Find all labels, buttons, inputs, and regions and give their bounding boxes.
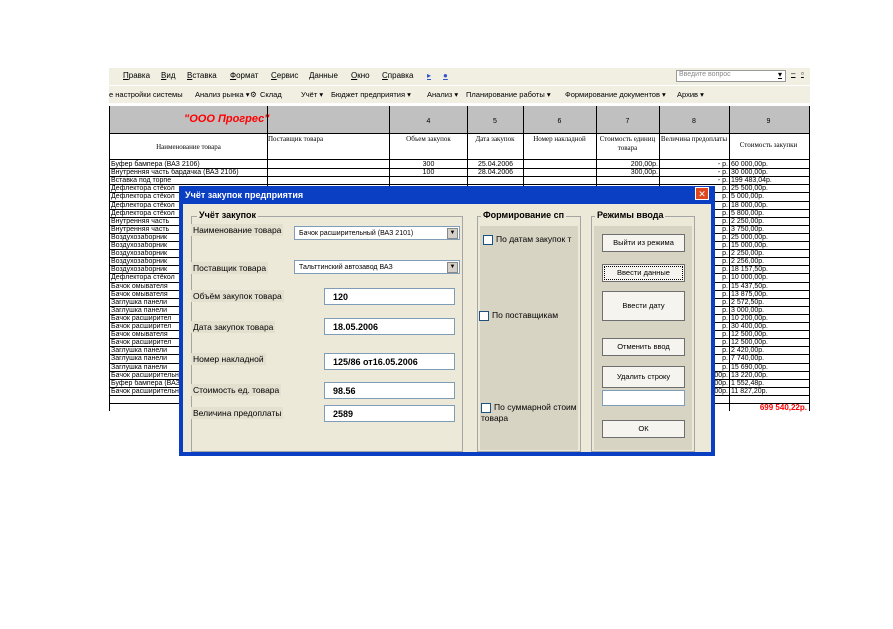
close-icon[interactable]: ✕ xyxy=(695,187,709,200)
col-number: 4 xyxy=(426,118,431,125)
toolbar-work-planning[interactable]: Планирование работы ▾ xyxy=(466,90,551,99)
dialog-title: Учёт закупок предприятия xyxy=(185,190,304,200)
toolbar-market-analysis[interactable]: Анализ рынка ▾ xyxy=(195,90,250,99)
toolbar-analysis[interactable]: Анализ ▾ xyxy=(427,90,458,99)
price-label: Стоимость ед. товара xyxy=(191,384,282,396)
enter-data-button[interactable]: Ввести данные xyxy=(602,264,685,282)
by-date-label: По датам закупок т xyxy=(496,234,572,244)
grand-total: 699 540,22р. xyxy=(759,403,807,412)
header-qty: Объем закупок xyxy=(406,135,451,143)
header-prepay: Величина предоплаты xyxy=(660,135,728,143)
date-field[interactable]: 18.05.2006 xyxy=(324,318,455,335)
prepay-field[interactable]: 2589 xyxy=(324,405,455,422)
delete-row-input[interactable] xyxy=(602,390,685,406)
chevron-down-icon[interactable]: ▼ xyxy=(447,262,458,273)
product-select[interactable]: Бачок расширительный (ВАЗ 2101) ▼ xyxy=(294,226,460,240)
menu-format[interactable]: Формат xyxy=(230,71,258,80)
company-title: "ООО Прогрес" xyxy=(184,113,270,125)
grid-line xyxy=(109,133,810,134)
toolbar-accounting[interactable]: Учёт ▾ xyxy=(301,90,323,99)
toolbar-budget[interactable]: Бюджет предприятия ▾ xyxy=(331,90,411,99)
ok-button[interactable]: ОК xyxy=(602,420,685,438)
grid-line xyxy=(809,106,810,412)
supplier-select-value: Тальттинский автозавод ВАЗ xyxy=(299,264,393,271)
date-label: Дата закупок товара xyxy=(191,321,276,333)
menu-window[interactable]: Окно xyxy=(351,71,370,80)
chevron-down-icon[interactable]: ▼ xyxy=(447,228,458,239)
modes-frame-title: Режимы ввода xyxy=(595,210,666,220)
col-number: 8 xyxy=(692,118,696,125)
menu-view[interactable]: Вид xyxy=(161,71,175,80)
header-price: Стоимость единиц товара xyxy=(599,135,656,152)
toolbar-doc-forming[interactable]: Формирование документов ▾ xyxy=(565,90,666,99)
supplier-label: Поставщик товара xyxy=(191,262,269,274)
forming-frame-title: Формирование сп xyxy=(481,210,567,220)
qty-field[interactable]: 120 xyxy=(324,288,455,305)
header-product: Наименование товара xyxy=(156,143,221,151)
checkbox-box[interactable] xyxy=(483,234,493,245)
qty-label: Объём закупок товара xyxy=(191,290,284,302)
invoice-label: Номер накладной xyxy=(191,353,266,365)
col-number: 5 xyxy=(493,118,497,125)
table-cell[interactable]: 100 xyxy=(391,168,466,177)
grid-line xyxy=(729,106,730,412)
checkbox-box[interactable] xyxy=(479,310,489,321)
price-field[interactable]: 98.56 xyxy=(324,382,455,399)
by-supplier-label: По поставщикам xyxy=(492,310,559,320)
prepay-label: Величина предоплаты xyxy=(191,407,284,419)
by-total-label: По суммарной стоим товара xyxy=(481,402,577,423)
warehouse-icon[interactable]: ⚙ xyxy=(250,90,257,99)
product-select-value: Бачок расширительный (ВАЗ 2101) xyxy=(299,230,414,237)
product-label: Наименование товара xyxy=(191,224,284,236)
restore-icon[interactable]: ▫ xyxy=(801,69,804,78)
play-icon[interactable]: ▸ xyxy=(427,71,431,80)
grid-line xyxy=(109,106,110,412)
menu-bar: Правка Вид Вставка Формат Сервис Данные … xyxy=(109,68,810,85)
menu-help[interactable]: Справка xyxy=(382,71,413,80)
enter-date-button[interactable]: Ввести дату xyxy=(602,291,685,321)
dialog-body: Учёт закупок Наименование товара Бачок р… xyxy=(183,204,711,452)
by-date-checkbox[interactable]: По датам закупок т xyxy=(483,234,571,245)
menu-tools[interactable]: Сервис xyxy=(271,71,298,80)
table-cell[interactable]: 300,00р. xyxy=(598,168,658,177)
toolbar-system-settings[interactable]: е настройки системы xyxy=(109,90,183,99)
menu-insert[interactable]: Вставка xyxy=(187,71,217,80)
by-total-checkbox[interactable]: По суммарной стоим товара xyxy=(481,402,581,424)
help-search-input[interactable]: Введите вопрос xyxy=(676,70,786,82)
cancel-input-button[interactable]: Отменить ввод xyxy=(602,338,685,356)
purchase-frame-title: Учёт закупок xyxy=(197,210,259,220)
exit-mode-button[interactable]: Выйти из режима xyxy=(602,234,685,252)
header-supplier: Поставщик товара xyxy=(268,135,324,143)
col-number: 9 xyxy=(766,118,771,125)
menu-data[interactable]: Данные xyxy=(309,71,338,80)
col-number: 6 xyxy=(557,118,562,125)
table-cell[interactable]: 28.04.2006 xyxy=(469,168,522,177)
by-supplier-checkbox[interactable]: По поставщикам xyxy=(479,310,558,321)
record-icon[interactable]: ● xyxy=(443,71,448,80)
col-number: 7 xyxy=(625,118,630,125)
table-cell[interactable]: 11 827,20р. xyxy=(731,387,808,396)
header-date: Дата закупок xyxy=(475,135,515,143)
toolbar-archive[interactable]: Архив ▾ xyxy=(677,90,704,99)
chevron-down-icon[interactable]: ▾ xyxy=(778,70,782,79)
header-total: Стоимость закупки xyxy=(739,141,798,149)
supplier-select[interactable]: Тальттинский автозавод ВАЗ ▼ xyxy=(294,260,460,274)
purchase-dialog: Учёт закупок предприятия ✕ Учёт закупок … xyxy=(179,186,715,456)
custom-toolbar: е настройки системы Анализ рынка ▾ ⚙ Скл… xyxy=(109,86,810,103)
delete-row-button[interactable]: Удалить строку xyxy=(602,366,685,388)
header-invoice: Номер накладной xyxy=(533,135,586,143)
minimize-icon[interactable]: – xyxy=(791,69,795,78)
toolbar-warehouse[interactable]: Склад xyxy=(260,90,282,99)
menu-edit[interactable]: Правка xyxy=(123,71,150,80)
checkbox-box[interactable] xyxy=(481,402,491,413)
invoice-field[interactable]: 125/86 от16.05.2006 xyxy=(324,353,455,370)
